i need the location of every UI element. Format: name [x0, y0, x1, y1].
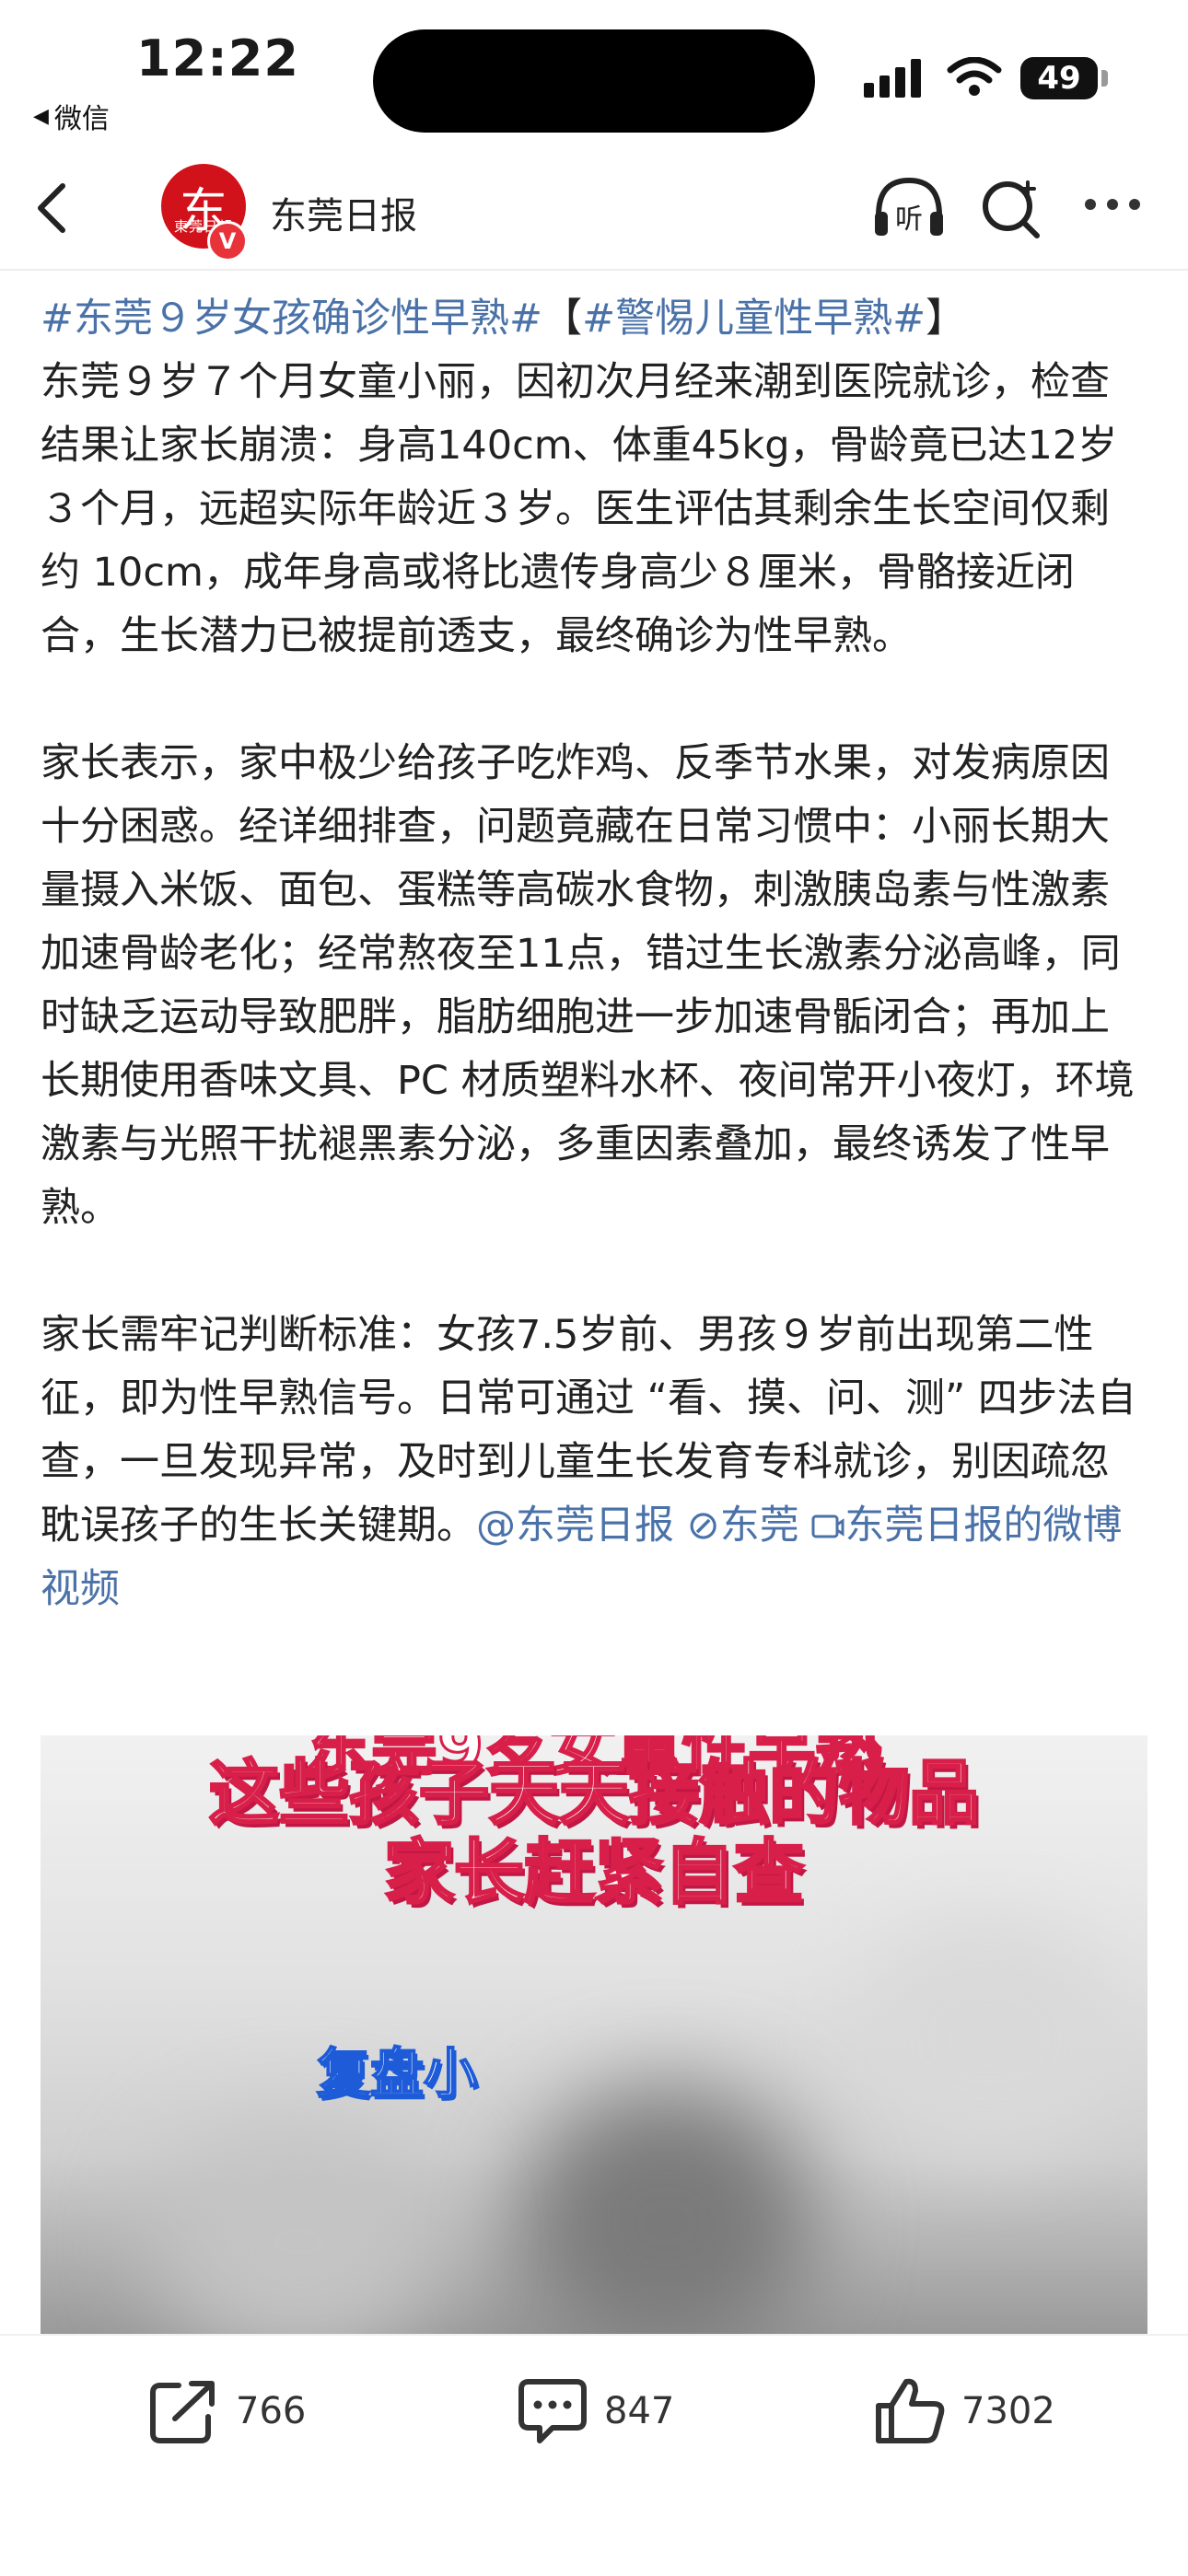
more-options-icon[interactable] — [1085, 199, 1140, 210]
verified-badge-icon: V — [207, 221, 248, 261]
battery-level: 49 — [1037, 60, 1081, 97]
clock: 12:22 — [136, 29, 299, 87]
back-triangle-icon: ◀ — [33, 104, 49, 128]
bracket: 【 — [542, 296, 583, 342]
location-pin-icon: ⊘ — [686, 1503, 720, 1549]
post-paragraph-3: 家长需牢记判断标准：女孩7.5岁前、男孩９岁前出现第二性征，即为性早熟信号。日常… — [41, 1304, 1146, 1621]
like-count: 7302 — [961, 2390, 1055, 2432]
video-player[interactable]: 东莞9岁女童性早熟 这些孩子天天接触的物品 家长赶紧自查 复盘小 — [41, 1735, 1147, 2334]
video-blur-shape — [151, 2122, 446, 2334]
post-paragraph-1: #东莞９岁女孩确诊性早熟#【#警惕儿童性早熟#】 东莞９岁７个月女童小丽，因初次… — [41, 287, 1146, 668]
mention-link[interactable]: @东莞日报 — [476, 1503, 674, 1549]
listen-label: 听 — [895, 203, 923, 236]
share-icon — [150, 2381, 215, 2443]
location-text: 东莞 — [719, 1503, 799, 1549]
video-blur-shape — [851, 1920, 1127, 2159]
wifi-icon — [947, 57, 1002, 96]
video-play-icon — [811, 1514, 844, 1538]
video-caption: 复盘小 — [316, 2041, 478, 2106]
location-link[interactable]: ⊘东莞 — [687, 1503, 799, 1549]
post-body: #东莞９岁女孩确诊性早熟#【#警惕儿童性早熟#】 东莞９岁７个月女童小丽，因初次… — [41, 287, 1146, 1621]
listen-headphones-icon[interactable]: 听 — [871, 175, 947, 241]
video-blur-shape — [519, 2085, 814, 2334]
back-app-label: 微信 — [53, 103, 110, 135]
status-bar: 12:22 ◀ 微信 49 — [0, 0, 1188, 147]
battery-cap — [1101, 70, 1108, 87]
comment-icon — [518, 2379, 587, 2443]
post-paragraph-2: 家长表示，家中极少给孩子吃炸鸡、反季节水果，对发病原因十分困惑。经详细排查，问题… — [41, 740, 1135, 1231]
share-button[interactable]: 766 — [147, 2376, 306, 2446]
battery-icon: 49 — [1020, 57, 1098, 99]
post-text: 东莞９岁７个月女童小丽，因初次月经来潮到医院就诊，检查结果让家长崩溃：身高140… — [41, 359, 1118, 659]
account-name[interactable]: 东莞日报 — [270, 186, 417, 239]
like-button[interactable]: 7302 — [873, 2376, 1055, 2446]
bracket: 】 — [926, 296, 966, 342]
topic-link[interactable]: #警惕儿童性早熟# — [582, 296, 926, 342]
video-title-line1: 这些孩子天天接触的物品 — [208, 1752, 981, 1834]
share-count: 766 — [236, 2390, 307, 2432]
comment-button[interactable]: 847 — [516, 2376, 674, 2446]
video-title-line2: 家长赶紧自查 — [383, 1831, 806, 1913]
dynamic-island — [373, 29, 815, 133]
thumbs-up-icon — [876, 2378, 945, 2443]
comment-count: 847 — [604, 2390, 675, 2432]
search-icon[interactable] — [980, 177, 1042, 239]
cellular-signal-icon — [864, 57, 921, 98]
topic-link[interactable]: #东莞９岁女孩确诊性早熟# — [41, 296, 542, 342]
back-arrow-icon[interactable] — [26, 180, 81, 236]
nav-bar: 东 東莞日報 V 东莞日报 听 — [0, 147, 1188, 271]
back-to-app-link[interactable]: ◀ 微信 — [33, 96, 110, 136]
action-bar: 766 847 7302 — [0, 2334, 1188, 2576]
